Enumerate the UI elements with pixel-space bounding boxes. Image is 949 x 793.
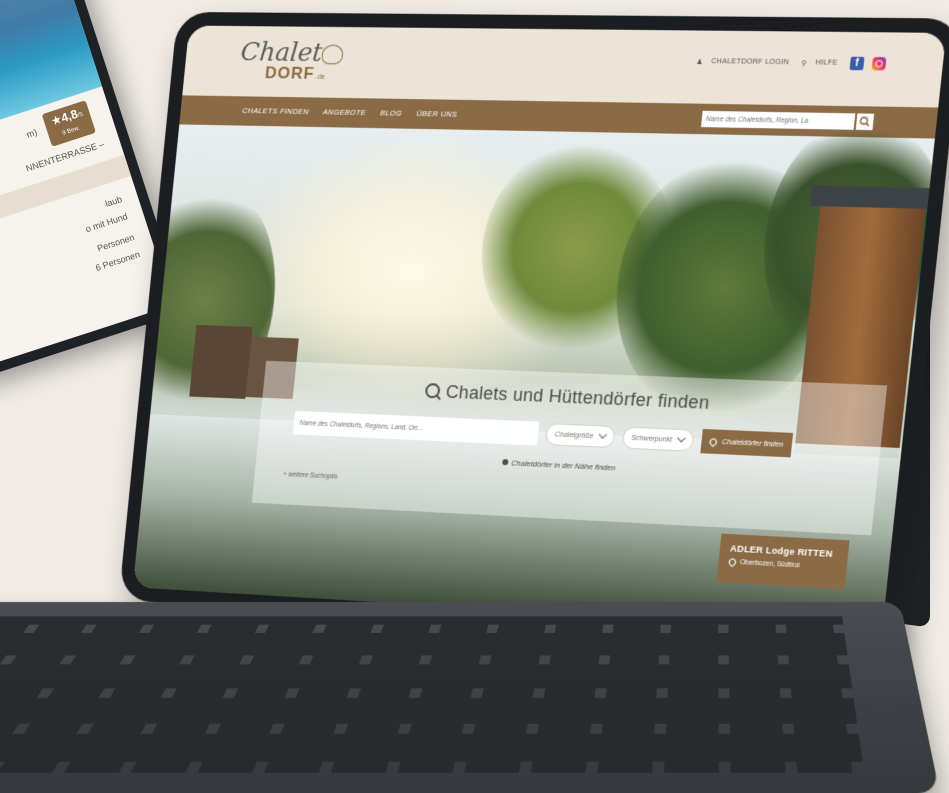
chalet-size-dropdown[interactable]: Chaletgröße [545,423,616,448]
phone-line: Personen [96,232,136,253]
nav-item-ueber-uns[interactable]: ÜBER UNS [416,109,458,119]
facebook-icon[interactable]: f [850,57,865,71]
search-icon: ⚲ [801,59,808,67]
nav-item-angebote[interactable]: ANGEBOTE [323,107,367,117]
header-links: ♟ CHALETDORF LOGIN ⚲ HILFE f [696,55,887,71]
chevron-down-icon [598,430,606,439]
site-header: Chalet DORF .de ♟ CHALETDORF LOGIN ⚲ HIL… [182,26,946,108]
focus-dropdown[interactable]: Schwerpunkt [621,426,695,451]
location-pin-icon [708,437,718,447]
phone-line: laub [104,194,123,209]
phone-line: 6 Personen [94,249,141,273]
hero-image: Chalets und Hüttendörfer finden Chaletgr… [133,124,935,633]
user-icon: ♟ [696,57,704,65]
phone-line: o mit Hund [84,211,128,234]
cabin-roof [810,186,936,210]
chevron-down-icon [677,434,686,443]
chaletdorf-logo[interactable]: Chalet DORF .de [237,38,356,88]
find-chalets-button[interactable]: Chaletdörfer finden [700,429,792,457]
cabin [189,325,252,399]
nav-item-blog[interactable]: BLOG [380,108,403,117]
phone-rating-prefix: m) [25,127,38,140]
featured-chalet-location: Oberbozen, Südtirol [740,559,800,569]
featured-chalet-badge[interactable]: ADLER Lodge RITTEN Oberbozen, Südtirol [716,534,849,590]
keyboard-keys [0,616,864,772]
location-pin-icon [502,459,509,465]
phone-rating-badge: ★4,8/5 9 Bew. [42,100,96,147]
tablet-device: Chalet DORF .de ♟ CHALETDORF LOGIN ⚲ HIL… [119,12,949,648]
more-search-options-link[interactable]: + weitere Suchoptio [283,471,338,481]
search-icon [425,383,441,398]
help-link[interactable]: HILFE [815,59,838,66]
nav-item-chalets-finden[interactable]: CHALETS FINDEN [242,106,309,116]
hero-search-input[interactable] [293,411,539,446]
location-pin-icon [727,557,737,567]
instagram-icon[interactable] [871,57,886,71]
heart-icon [321,45,344,65]
keyboard [0,602,940,793]
featured-chalet-name: ADLER Lodge RITTEN [730,543,838,559]
login-link[interactable]: CHALETDORF LOGIN [711,58,790,66]
tablet-screen: Chalet DORF .de ♟ CHALETDORF LOGIN ⚲ HIL… [133,26,946,633]
